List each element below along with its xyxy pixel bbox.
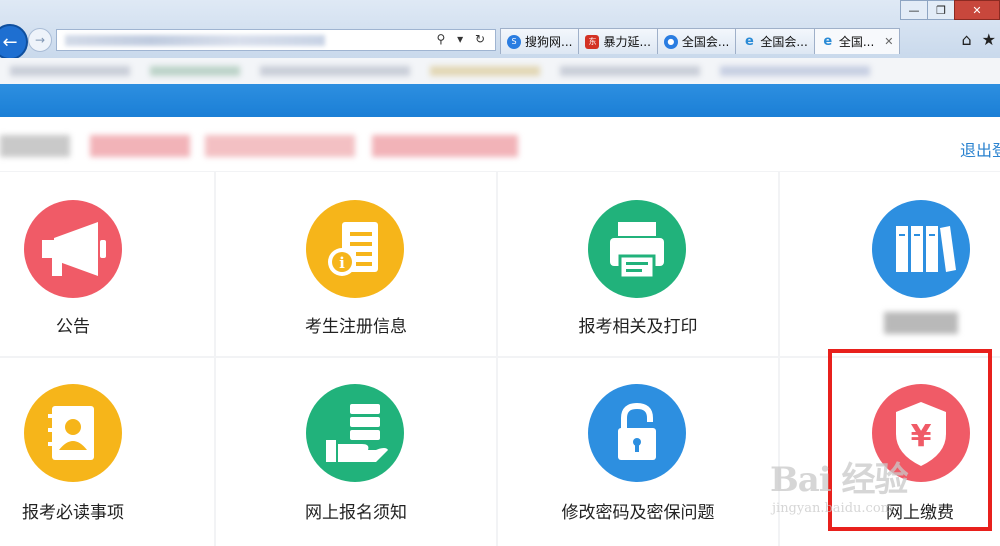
svg-text:i: i bbox=[339, 254, 345, 272]
blurred-text bbox=[205, 135, 355, 157]
logout-link[interactable]: 退出登 bbox=[960, 137, 1000, 161]
window-controls: — ❐ ✕ bbox=[900, 0, 1000, 20]
baidu-paw-icon: ● bbox=[663, 34, 678, 49]
ie-icon: e bbox=[744, 33, 754, 49]
favorites-icon[interactable]: ★ bbox=[982, 30, 996, 49]
baidu-jingyan-watermark: Bai 经验 jingyan.baidu.com bbox=[770, 452, 909, 516]
dongfang-icon: 东 bbox=[585, 34, 600, 49]
tab-baidu[interactable]: ● 全国会... bbox=[656, 28, 737, 54]
printer-icon bbox=[588, 200, 686, 298]
info-document-icon: i bbox=[306, 200, 404, 298]
blurred-label bbox=[884, 312, 958, 334]
forward-button[interactable]: → bbox=[28, 28, 52, 52]
page-header bbox=[0, 117, 1000, 171]
tab-dongfang[interactable]: 东 暴力延... bbox=[578, 28, 658, 54]
tile-print[interactable]: 报考相关及打印 bbox=[498, 172, 778, 356]
toolbar-right: ⌂ ★ bbox=[962, 30, 997, 49]
contact-book-icon bbox=[24, 384, 122, 482]
watermark-url: jingyan.baidu.com bbox=[772, 501, 893, 516]
tab-label: 全国... bbox=[838, 35, 875, 49]
blurred-text bbox=[0, 135, 70, 157]
minimize-button[interactable]: — bbox=[900, 0, 928, 20]
address-bar[interactable]: ⚲ ▾ ↻ bbox=[56, 29, 496, 51]
tile-label: 报考相关及打印 bbox=[578, 317, 698, 337]
tab-label: 全国会... bbox=[681, 35, 730, 49]
tab-sogou[interactable]: S 搜狗网... bbox=[500, 28, 580, 54]
tile-announcement[interactable]: 公告 bbox=[0, 172, 214, 356]
tab-ie-active[interactable]: e 全国... ✕ bbox=[813, 28, 901, 54]
browser-chrome: — ❐ ✕ ← → ⚲ ▾ ↻ S 搜狗网... 东 暴力延... ● 全国会.… bbox=[0, 0, 1000, 60]
home-icon[interactable]: ⌂ bbox=[962, 30, 972, 49]
sogou-icon: S bbox=[507, 34, 521, 49]
blurred-text bbox=[90, 135, 190, 157]
padlock-icon bbox=[588, 384, 686, 482]
blurred-text bbox=[372, 135, 518, 157]
tile-label: 公告 bbox=[56, 317, 90, 337]
tile-label: 修改密码及密保问题 bbox=[561, 503, 715, 523]
tab-label: 暴力延... bbox=[603, 35, 651, 49]
tile-label: 网上报名须知 bbox=[305, 503, 407, 523]
tile-registration-info[interactable]: i 考生注册信息 bbox=[216, 172, 496, 356]
tile-books[interactable] bbox=[780, 172, 1000, 356]
blurred-favorites-bar bbox=[0, 58, 1000, 84]
watermark-logo: Bai 经验 bbox=[770, 460, 909, 500]
book-binders-icon bbox=[872, 200, 970, 298]
tile-change-password[interactable]: 修改密码及密保问题 bbox=[498, 358, 778, 546]
maximize-button[interactable]: ❐ bbox=[927, 0, 955, 20]
close-tab-icon[interactable]: ✕ bbox=[884, 35, 893, 48]
tab-label: 全国会... bbox=[760, 35, 808, 49]
tab-ie-1[interactable]: e 全国会... bbox=[735, 28, 815, 54]
close-window-button[interactable]: ✕ bbox=[954, 0, 1000, 20]
tab-strip: S 搜狗网... 东 暴力延... ● 全国会... e 全国会... e 全国… bbox=[500, 28, 901, 54]
tile-label: 报考必读事项 bbox=[22, 503, 124, 523]
server-hand-icon bbox=[306, 384, 404, 482]
back-button[interactable]: ← bbox=[0, 24, 28, 60]
tile-label: 考生注册信息 bbox=[305, 317, 407, 337]
ie-icon: e bbox=[823, 33, 833, 49]
arrow-left-icon: ← bbox=[2, 31, 18, 53]
address-url-blurred bbox=[65, 35, 325, 46]
tile-registration-notice[interactable]: 网上报名须知 bbox=[216, 358, 496, 546]
tile-exam-notes[interactable]: 报考必读事项 bbox=[0, 358, 214, 546]
arrow-right-icon: → bbox=[34, 33, 46, 47]
tab-label: 搜狗网... bbox=[525, 35, 573, 49]
site-banner bbox=[0, 84, 1000, 117]
address-icons[interactable]: ⚲ ▾ ↻ bbox=[437, 32, 490, 46]
megaphone-icon bbox=[24, 200, 122, 298]
